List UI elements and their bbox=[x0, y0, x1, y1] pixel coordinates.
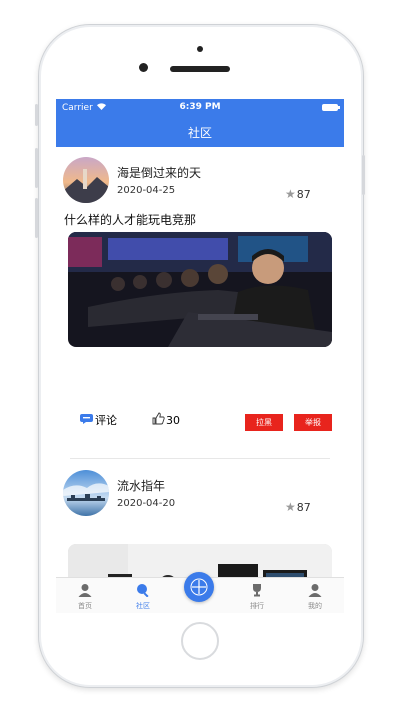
person-icon bbox=[78, 582, 92, 601]
star-rating: ★ 87 bbox=[285, 187, 311, 201]
chat-bubble-icon bbox=[80, 413, 93, 427]
post-divider bbox=[70, 458, 330, 459]
tab-label: 我的 bbox=[308, 602, 322, 610]
trophy-icon bbox=[250, 582, 264, 601]
like-button[interactable]: 30 bbox=[152, 412, 180, 428]
post-username[interactable]: 海是倒过来的天 bbox=[117, 164, 201, 181]
nav-bar: 社区 bbox=[56, 117, 344, 147]
publish-button[interactable] bbox=[184, 572, 214, 602]
tab-label: 首页 bbox=[78, 602, 92, 610]
battery-icon bbox=[322, 104, 340, 111]
post-date: 2020-04-25 bbox=[117, 185, 176, 196]
star-icon: ★ bbox=[285, 500, 296, 514]
search-icon bbox=[136, 582, 150, 601]
compass-plus-icon bbox=[189, 577, 209, 601]
star-count: 87 bbox=[296, 187, 311, 201]
star-count: 87 bbox=[296, 500, 311, 514]
star-icon: ★ bbox=[285, 187, 296, 201]
home-button[interactable] bbox=[181, 622, 219, 660]
person-icon bbox=[308, 582, 322, 601]
comment-button[interactable]: 评论 bbox=[80, 412, 117, 428]
tab-ranking[interactable]: 排行 bbox=[228, 578, 286, 613]
thumbs-up-icon bbox=[152, 412, 165, 428]
report-button[interactable]: 举报 bbox=[294, 414, 332, 431]
app-screen: Carrier 6:39 PM 社区 海是倒过来的天 2020-04-25 ★ … bbox=[56, 99, 344, 613]
earpiece-speaker bbox=[170, 66, 230, 72]
avatar[interactable] bbox=[63, 157, 109, 203]
tab-bar: 首页 社区 排行 我的 bbox=[56, 572, 344, 613]
volume-up-button bbox=[35, 148, 38, 188]
tab-mine[interactable]: 我的 bbox=[286, 578, 344, 613]
avatar[interactable] bbox=[63, 470, 109, 516]
tab-label: 社区 bbox=[136, 602, 150, 610]
page-title: 社区 bbox=[187, 125, 212, 140]
comment-label: 评论 bbox=[95, 414, 117, 427]
star-rating: ★ 87 bbox=[285, 500, 311, 514]
tab-home[interactable]: 首页 bbox=[56, 578, 114, 613]
post-image[interactable] bbox=[68, 232, 332, 347]
volume-down-button bbox=[35, 198, 38, 238]
post-text: 什么样的人才能玩电竞那 bbox=[64, 213, 197, 227]
proximity-sensor bbox=[197, 46, 203, 52]
block-button[interactable]: 拉黑 bbox=[245, 414, 283, 431]
front-camera bbox=[139, 63, 148, 72]
like-count: 30 bbox=[166, 413, 180, 427]
post-date: 2020-04-20 bbox=[117, 498, 176, 509]
clock: 6:39 PM bbox=[179, 102, 221, 112]
tab-community[interactable]: 社区 bbox=[114, 578, 172, 613]
power-button bbox=[362, 155, 365, 195]
mute-switch bbox=[35, 104, 38, 126]
status-bar: Carrier 6:39 PM bbox=[56, 99, 344, 117]
post-feed[interactable]: 海是倒过来的天 2020-04-25 ★ 87 什么样的人才能玩电竞那 评论 3… bbox=[56, 147, 344, 577]
post-username[interactable]: 流水指年 bbox=[117, 477, 165, 494]
tab-label: 排行 bbox=[250, 602, 264, 610]
